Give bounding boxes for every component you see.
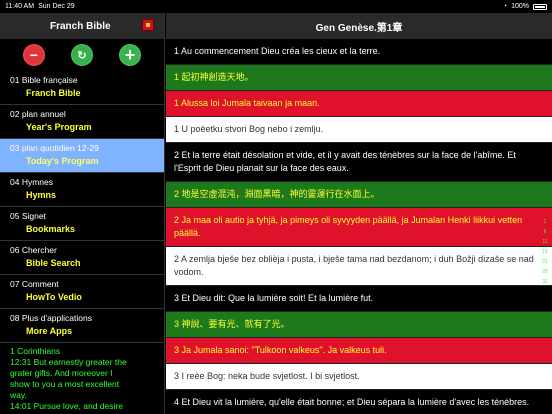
status-date: Sun Dec 29 [38, 3, 75, 10]
verse-row[interactable]: 4 Et Dieu vit la lumière, qu'elle était … [166, 390, 552, 414]
verse-row[interactable]: 3 Ja Jumala sanoi: "Tulkoon valkeus". Ja… [166, 338, 552, 364]
sidebar-item-label: 04 Hymnes [10, 177, 53, 187]
sidebar-item-sublabel: Franch Bible [26, 88, 81, 98]
sidebar-item-label: 03 plan quotidien 12-29 [10, 143, 99, 153]
status-time: 11:40 AM [5, 3, 35, 10]
verse-row[interactable]: 1 Au commencement Dieu créa les cieux et… [166, 39, 552, 65]
sidebar-item-search[interactable]: 06 Chercher Bible Search [0, 241, 164, 275]
verse-row[interactable]: 1 起初神創造天地。 [166, 65, 552, 91]
sidebar-item-label: 07 Comment [10, 279, 59, 289]
verse-line: 12:31 But earnestly greater the [10, 357, 127, 367]
sidebar-item-howto[interactable]: 07 Comment HowTo Vedio [0, 275, 164, 309]
verse-index-marker[interactable]: 21 [538, 257, 552, 267]
battery-icon [533, 3, 547, 10]
verse-index-marker[interactable]: 11 [538, 237, 552, 247]
main-header: Gen Genèse.第1章 [166, 13, 552, 39]
verse-row[interactable]: 1 Alussa loi Jumala taivaan ja maan. [166, 91, 552, 117]
sidebar-item-sublabel: Hymns [26, 190, 57, 200]
verse-index-marker[interactable]: 1 [538, 217, 552, 227]
sidebar-item-sublabel: Year's Program [26, 122, 92, 132]
sidebar-item-label: 06 Chercher [10, 245, 57, 255]
verse-line: show to you a most excellent [10, 379, 120, 389]
sidebar-item-label: 08 Plus d'applications [10, 313, 92, 323]
action-row: − ↻ + [0, 39, 164, 71]
verse-index-marker[interactable]: 6 [538, 227, 552, 237]
verse-row[interactable]: 3 I reèe Bog: neka bude svjetlost. I bi … [166, 364, 552, 390]
wifi-icon: ◔ [502, 3, 508, 10]
sidebar-item-hymns[interactable]: 04 Hymnes Hymns [0, 173, 164, 207]
verse-index-marker[interactable]: 31 [538, 277, 552, 287]
verse-line: 1 Corinthians [10, 346, 61, 356]
sidebar-item-bookmarks[interactable]: 05 Signet Bookmarks [0, 207, 164, 241]
verse-index-scrollbar[interactable]: 1 6 11 16 21 26 31 [538, 217, 552, 287]
sidebar-item-label: 05 Signet [10, 211, 46, 221]
verse-row[interactable]: 1 U poèetku stvori Bog nebo i zemlju. [166, 117, 552, 143]
verse-row[interactable]: 2 Ja maa oli autio ja tyhjä, ja pimeys o… [166, 208, 552, 247]
sidebar-item-sublabel: HowTo Vedio [26, 292, 82, 302]
chapter-title: Gen Genèse.第1章 [315, 22, 403, 34]
sidebar-item-label: 02 plan annuel [10, 109, 66, 119]
verse-row[interactable]: 2 Et la terre était désolation et vide, … [166, 143, 552, 182]
status-bar: 11:40 AM Sun Dec 29 ◔ 100% [0, 0, 552, 13]
refresh-button[interactable]: ↻ [71, 44, 93, 66]
verse-line: way. [10, 390, 27, 400]
remove-button[interactable]: − [23, 44, 45, 66]
verse-index-marker[interactable]: 26 [538, 267, 552, 277]
verse-row[interactable]: 2 A zemlja bješe bez oblièja i pusta, i … [166, 247, 552, 286]
sidebar-title: Franch Bible [50, 20, 111, 32]
sidebar-item-sublabel: Bible Search [26, 258, 81, 268]
sidebar: Franch Bible − ↻ + 01 Bible française Fr… [0, 13, 165, 414]
verse-row[interactable]: 2 地是空虛混沌，淵面黑暗，神的靈運行在水面上。 [166, 182, 552, 208]
main-content: Gen Genèse.第1章 1 Au commencement Dieu cr… [166, 13, 552, 414]
verse-row[interactable]: 3 神說、要有光、就有了光。 [166, 312, 552, 338]
sidebar-item-sublabel: Bookmarks [26, 224, 76, 234]
sidebar-item-more-apps[interactable]: 08 Plus d'applications More Apps [0, 309, 164, 343]
battery-percent: 100% [511, 3, 529, 10]
sidebar-item-sublabel: Today's Program [26, 156, 99, 166]
verse-line: grater gifts. And moreover I [10, 368, 113, 378]
flag-icon[interactable] [142, 19, 154, 31]
sidebar-item-sublabel: More Apps [26, 326, 73, 336]
sidebar-item-bible[interactable]: 01 Bible française Franch Bible [0, 71, 164, 105]
sidebar-header: Franch Bible [0, 13, 164, 39]
verse-index-marker[interactable]: 16 [538, 247, 552, 257]
sidebar-item-label: 01 Bible française [10, 75, 78, 85]
sidebar-item-year-program[interactable]: 02 plan annuel Year's Program [0, 105, 164, 139]
sidebar-item-today-program[interactable]: 03 plan quotidien 12-29 Today's Program [0, 139, 164, 173]
add-button[interactable]: + [119, 44, 141, 66]
verse-list[interactable]: 1 Au commencement Dieu créa les cieux et… [166, 39, 552, 414]
verse-row[interactable]: 3 Et Dieu dit: Que la lumière soit! Et l… [166, 286, 552, 312]
verse-line: 14:01 Pursue love, and desire [10, 401, 123, 411]
verse-of-day: 1 Corinthians 12:31 But earnestly greate… [0, 343, 164, 414]
